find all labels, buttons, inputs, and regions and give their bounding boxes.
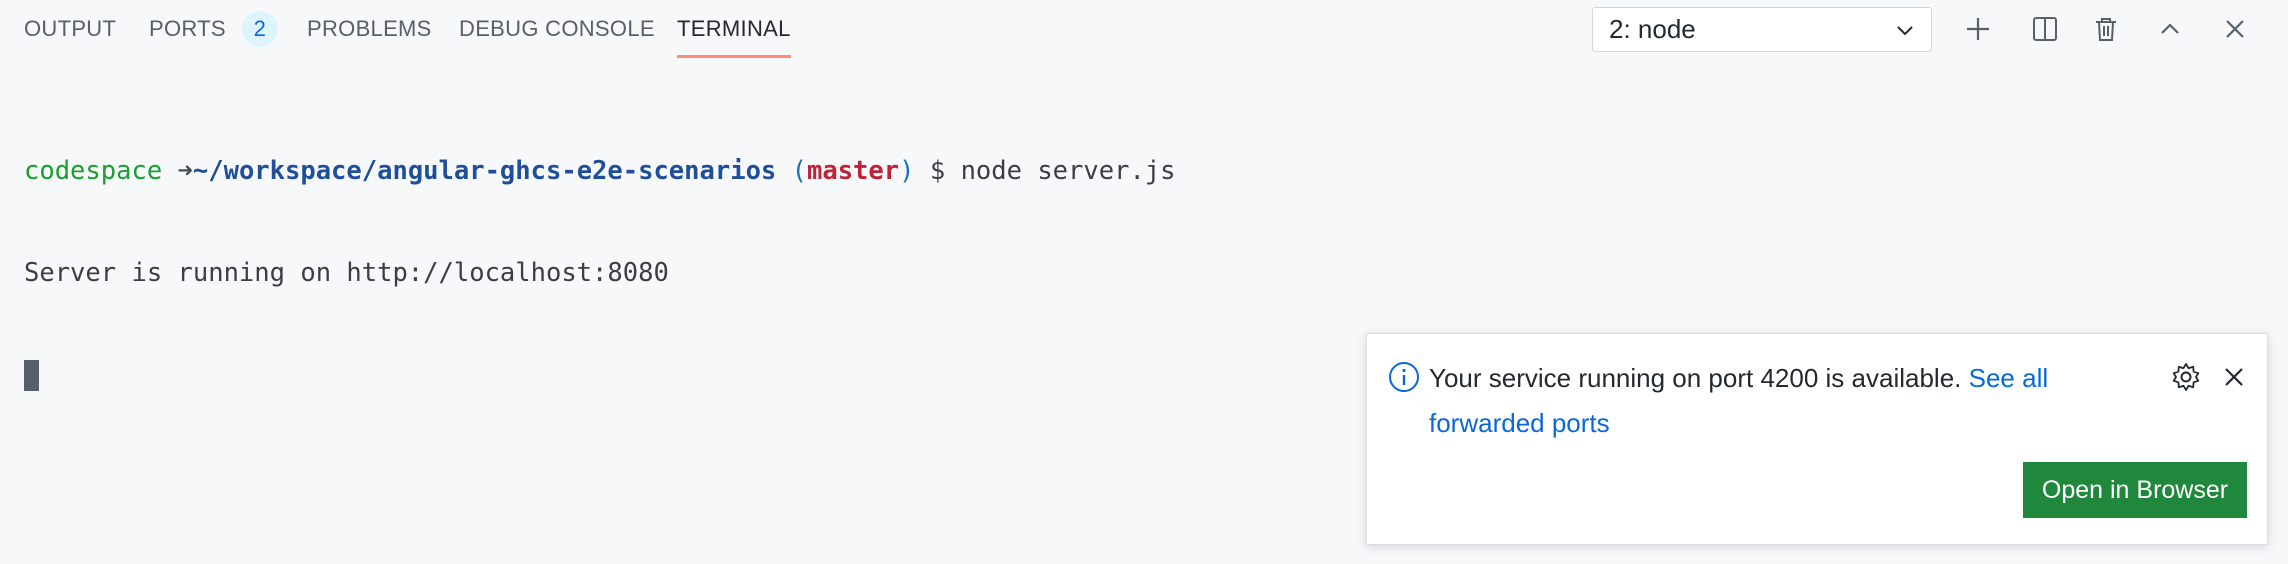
open-in-browser-button[interactable]: Open in Browser [2023,462,2247,518]
tab-terminal[interactable]: TERMINAL [677,0,791,58]
tab-problems[interactable]: PROBLEMS [307,0,432,58]
terminal-select-value: 2: node [1609,14,1696,44]
plus-icon [1967,18,1989,40]
tab-label: PORTS [149,16,226,41]
prompt-arrow: ➜ [177,156,193,186]
chevron-down-icon [1897,26,1913,36]
info-icon [1389,362,1419,392]
terminal-output[interactable]: codespace ➜~/workspace/angular-ghcs-e2e-… [24,86,1176,460]
new-terminal-button[interactable] [1958,9,1998,49]
tab-label: DEBUG CONSOLE [459,16,655,41]
notification-message: Your service running on port 4200 is ava… [1429,356,2069,446]
notification-text: Your service running on port 4200 is ava… [1429,363,1962,393]
prompt-paren-close: ) [899,156,915,186]
prompt-path: ~/workspace/angular-ghcs-e2e-scenarios [192,156,777,186]
gear-icon[interactable] [2169,360,2203,394]
prompt-user: codespace [24,156,163,186]
tab-label: OUTPUT [24,16,117,41]
panel-tab-bar: OUTPUT PORTS 2 PROBLEMS DEBUG CONSOLE TE… [0,0,2288,58]
tab-label: PROBLEMS [307,16,432,41]
tab-label: TERMINAL [677,16,791,41]
ports-count-badge: 2 [241,11,278,47]
port-forward-notification: Your service running on port 4200 is ava… [1366,333,2268,545]
terminal-panel: OUTPUT PORTS 2 PROBLEMS DEBUG CONSOLE TE… [0,0,2288,564]
close-panel-button[interactable] [2215,9,2255,49]
kill-terminal-button[interactable] [2086,9,2126,49]
terminal-cursor [24,360,39,391]
tab-debug-console[interactable]: DEBUG CONSOLE [459,0,655,58]
prompt-branch: master [807,156,900,186]
terminal-cursor-line [24,358,1176,392]
trash-icon [2096,18,2116,41]
chevron-up-icon [2161,23,2179,34]
terminal-output-line: Server is running on http://localhost:80… [24,258,669,288]
terminal-command: node server.js [960,156,1176,186]
terminal-prompt-line: codespace ➜~/workspace/angular-ghcs-e2e-… [24,154,1176,188]
split-icon [2033,17,2057,41]
tab-output[interactable]: OUTPUT [24,0,116,58]
prompt-symbol: $ [929,156,946,186]
close-icon [2226,20,2244,38]
maximize-panel-button[interactable] [2150,9,2190,49]
tab-ports[interactable]: PORTS 2 [149,0,278,58]
prompt-paren-open: ( [791,156,807,186]
close-icon[interactable] [2219,362,2249,392]
terminal-instance-select[interactable]: 2: node [1592,7,1932,52]
split-terminal-button[interactable] [2025,9,2065,49]
